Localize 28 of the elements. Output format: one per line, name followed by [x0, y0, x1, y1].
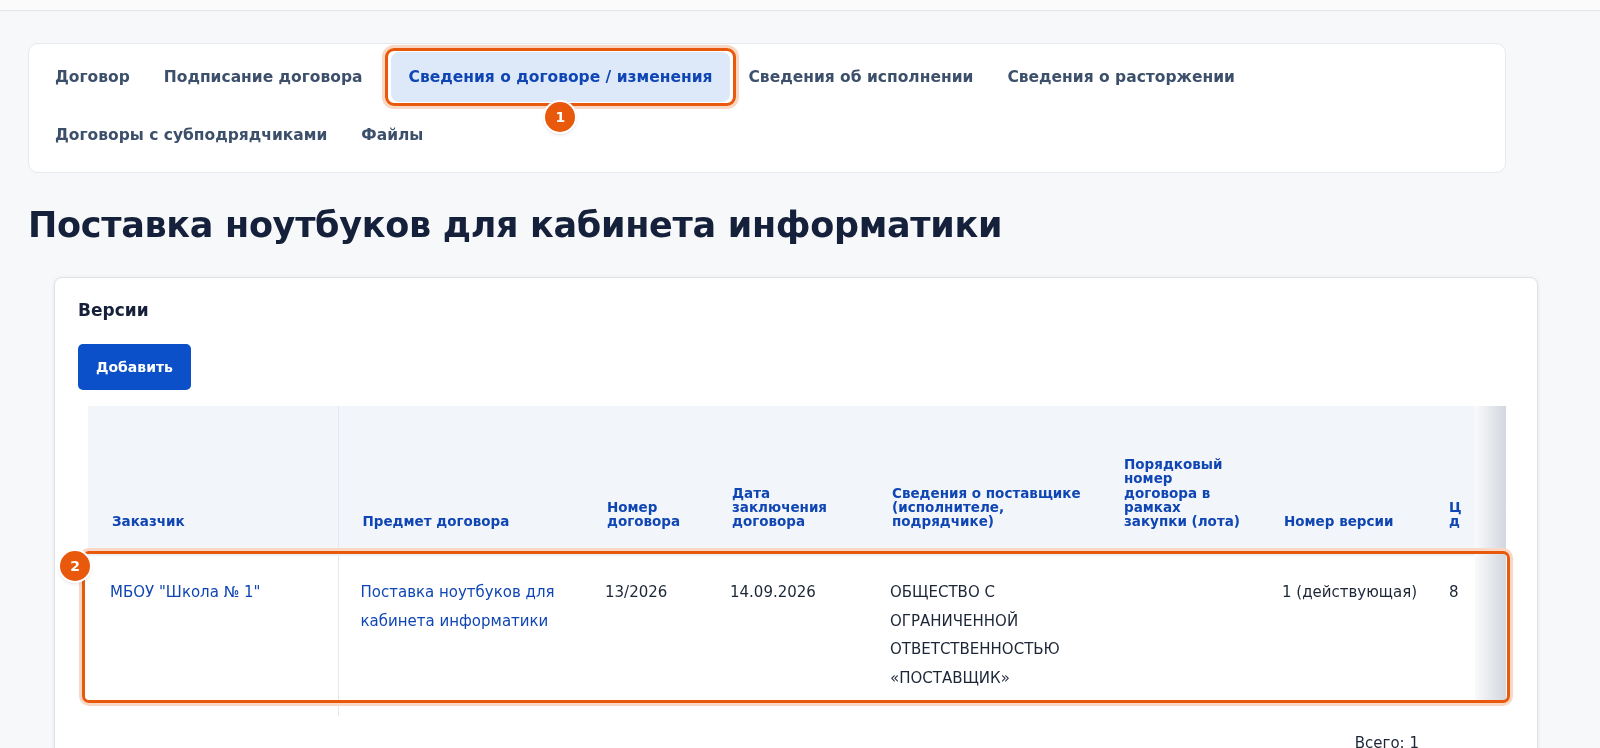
tab[interactable]: Файлы [349, 110, 436, 160]
column-header: Ц д [1449, 499, 1463, 529]
tab[interactable]: Подписание договора [151, 52, 375, 102]
table-link[interactable]: МБОУ "Школа № 1" [110, 578, 322, 607]
column-header: Номер договора [607, 499, 682, 529]
add-button[interactable]: Добавить [78, 344, 191, 390]
table-cell-text: ОБЩЕСТВО С ОГРАНИЧЕННОЙ ОТВЕТСТВЕННОСТЬЮ «ПОСТАВЩИК» [890, 582, 1061, 689]
total-count: Всего: 1 [1354, 734, 1419, 748]
page-title: Поставка ноутбуков для кабинета информатики [28, 205, 1004, 245]
table-cell-text: 14.09.2026 [730, 582, 817, 603]
tab[interactable]: Сведения о расторжении [995, 52, 1247, 102]
section-title: Версии [78, 300, 150, 320]
column-header: Заказчик [112, 514, 185, 529]
table-cell-text: 8 [1449, 582, 1460, 603]
column-header: Порядковый номер договора в рамках закупки (лота) [1124, 457, 1241, 529]
step-badge: 1 [545, 102, 576, 132]
tab[interactable]: Договор [43, 52, 142, 102]
column-header: Предмет договора [362, 514, 510, 529]
column-header: Номер версии [1284, 514, 1394, 529]
table-cell-text: 1 (действующая) [1282, 582, 1419, 603]
tab[interactable]: Сведения о договоре / изменения [390, 52, 731, 102]
table-link[interactable]: Поставка ноутбуков для кабинета информатики [360, 578, 567, 635]
tab[interactable]: Договоры с субподрядчиками [43, 110, 340, 160]
column-header: Дата заключения договора [732, 485, 828, 529]
column-header: Сведения о поставщике (исполнителе, подрядчике) [892, 485, 1082, 529]
tab[interactable]: Сведения об исполнении [736, 52, 986, 102]
table-cell-text: 13/2026 [605, 582, 669, 603]
step-badge: 2 [60, 551, 90, 581]
